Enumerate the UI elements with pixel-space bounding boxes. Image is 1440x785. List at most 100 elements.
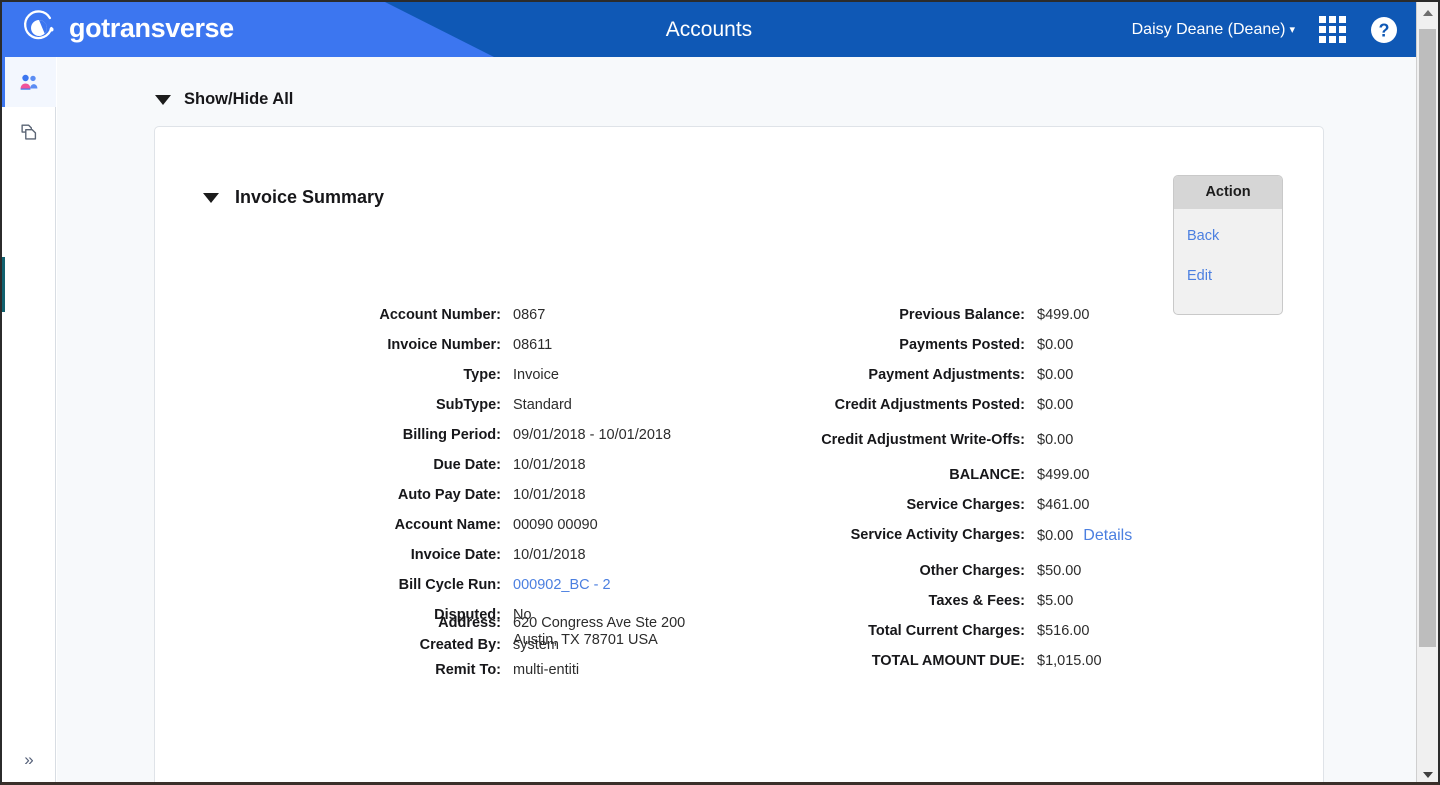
sidebar-accent-bar: [2, 257, 5, 312]
field-label: Type:: [463, 367, 501, 383]
field-row: Account Number: 0867: [211, 307, 771, 324]
field-row: Service Activity Charges: $0.00 Details: [765, 527, 1265, 545]
header-actions: Daisy Deane (Deane) ▾ ?: [1132, 2, 1398, 57]
scroll-down-button[interactable]: [1417, 764, 1438, 782]
field-value: $50.00: [1037, 563, 1082, 579]
chevron-down-icon: ▾: [1289, 23, 1295, 36]
field-value: 0867: [513, 307, 546, 323]
field-value: 00090 00090: [513, 517, 598, 533]
field-row: Billing Period: 09/01/2018 - 10/01/2018: [211, 427, 771, 444]
field-row: Due Date: 10/01/2018: [211, 457, 771, 474]
field-row: BALANCE: $499.00: [765, 467, 1265, 484]
field-value: $499.00: [1037, 467, 1090, 483]
field-label: Billing Period:: [402, 427, 501, 443]
invoice-summary-card: Invoice Summary Account Number: 0867 Invoi…: [154, 126, 1324, 782]
field-row: Other Charges: $50.00: [765, 563, 1265, 580]
invoice-summary-toggle[interactable]: Invoice Summary: [203, 187, 384, 208]
field-label: Auto Pay Date:: [397, 487, 501, 503]
field-row: Invoice Number: 08611: [211, 337, 771, 354]
field-row: Bill Cycle Run: 000902_BC - 2: [211, 577, 771, 594]
field-label: TOTAL AMOUNT DUE:: [871, 653, 1025, 669]
field-value: 08611: [513, 337, 553, 353]
field-label: Invoice Number:: [387, 337, 501, 353]
scrollbar-thumb[interactable]: [1419, 29, 1436, 647]
field-label: SubType:: [436, 397, 501, 413]
sidebar-item-documents[interactable]: [2, 107, 56, 157]
invoice-summary-title: Invoice Summary: [235, 187, 385, 207]
field-value: 10/01/2018: [513, 547, 586, 563]
field-row: Account Name: 00090 00090: [211, 517, 771, 534]
field-label: Bill Cycle Run:: [398, 577, 501, 593]
action-panel-title: Action: [1174, 176, 1282, 209]
documents-copy-icon: [21, 124, 37, 140]
show-hide-all-toggle[interactable]: Show/Hide All: [155, 90, 293, 109]
field-row: Auto Pay Date: 10/01/2018: [211, 487, 771, 504]
sidebar-expand-button[interactable]: »: [2, 743, 56, 777]
field-label: Due Date:: [433, 457, 501, 473]
field-value: $1,015.00: [1037, 653, 1102, 669]
action-panel: Action Back Edit: [1173, 175, 1283, 315]
field-value: 10/01/2018: [513, 457, 586, 473]
user-menu-label: Daisy Deane (Deane): [1131, 20, 1286, 38]
field-label: Credit Adjustment Write-Offs:: [821, 432, 1025, 448]
field-row: Credit Adjustment Write-Offs: $0.00: [765, 432, 1265, 449]
triangle-down-icon: [203, 192, 219, 203]
field-value: 620 Congress Ave Ste 200 Austin, TX 7870…: [513, 615, 686, 648]
service-activity-details-link[interactable]: Details: [1083, 527, 1132, 545]
user-menu-button[interactable]: Daisy Deane (Deane) ▾: [1132, 21, 1295, 39]
field-label: Credit Adjustments Posted:: [834, 397, 1025, 413]
brand-name: gotransverse: [69, 13, 234, 43]
field-label: Payment Adjustments:: [868, 367, 1025, 383]
field-value: $5.00: [1037, 593, 1074, 609]
field-label: Payments Posted:: [899, 337, 1025, 353]
field-label: Taxes & Fees:: [928, 593, 1025, 609]
field-label: Remit To:: [435, 662, 501, 678]
invoice-address-block: Address: 620 Congress Ave Ste 200 Austin,…: [211, 615, 771, 692]
chevron-down-icon: [1422, 771, 1433, 778]
field-value: $0.00: [1037, 528, 1074, 544]
field-value-link[interactable]: 000902_BC - 2: [501, 577, 611, 594]
field-value: $499.00: [1037, 307, 1090, 323]
sidebar-item-accounts[interactable]: [2, 57, 56, 107]
field-row: Taxes & Fees: $5.00: [765, 593, 1265, 610]
field-row: Credit Adjustments Posted: $0.00: [765, 397, 1265, 414]
invoice-fields-right: Previous Balance: $499.00 Payments Posted:…: [765, 307, 1265, 683]
invoice-fields-left: Account Number: 0867 Invoice Number: 08611 T…: [211, 307, 771, 667]
people-group-icon: [20, 74, 38, 90]
help-question-icon[interactable]: ?: [1370, 16, 1398, 44]
brand-logo[interactable]: gotransverse: [20, 9, 234, 47]
gotransverse-circle-icon: [24, 10, 54, 40]
chevron-up-icon: [1422, 9, 1433, 16]
field-value: 09/01/2018 - 10/01/2018: [513, 427, 672, 443]
field-row: TOTAL AMOUNT DUE: $1,015.00: [765, 653, 1265, 670]
field-label: Account Name:: [394, 517, 501, 533]
left-sidebar: »: [2, 57, 56, 782]
field-value: multi-entiti: [513, 662, 580, 678]
back-link[interactable]: Back: [1174, 228, 1282, 244]
field-row: Type: Invoice: [211, 367, 771, 384]
field-label: Invoice Date:: [410, 547, 501, 563]
application-window: Accounts gotransverse Daisy Deane (Deane…: [0, 0, 1440, 785]
field-label: BALANCE:: [949, 467, 1025, 483]
field-row: Total Current Charges: $516.00: [765, 623, 1265, 640]
field-label: Address:: [438, 615, 501, 631]
svg-text:?: ?: [1379, 20, 1390, 40]
field-label: Service Activity Charges:: [850, 527, 1025, 543]
main-content: Show/Hide All Invoice Summary Account Nu…: [57, 57, 1416, 782]
field-row: Remit To: multi-entiti: [211, 662, 771, 679]
field-label: Service Charges:: [906, 497, 1025, 513]
app-header: Accounts gotransverse Daisy Deane (Deane…: [2, 2, 1416, 57]
field-value: Standard: [513, 397, 572, 413]
field-value: $0.00: [1037, 397, 1074, 413]
field-row: Invoice Date: 10/01/2018: [211, 547, 771, 564]
field-row: Payment Adjustments: $0.00: [765, 367, 1265, 384]
scroll-up-button[interactable]: [1417, 2, 1438, 23]
field-value: 10/01/2018: [513, 487, 586, 503]
field-label: Previous Balance:: [899, 307, 1025, 323]
field-row: SubType: Standard: [211, 397, 771, 414]
field-row: Payments Posted: $0.00: [765, 337, 1265, 354]
field-value: $0.00: [1037, 337, 1074, 353]
vertical-scrollbar[interactable]: [1416, 2, 1438, 782]
edit-link[interactable]: Edit: [1174, 268, 1282, 284]
apps-grid-icon[interactable]: [1319, 16, 1346, 43]
